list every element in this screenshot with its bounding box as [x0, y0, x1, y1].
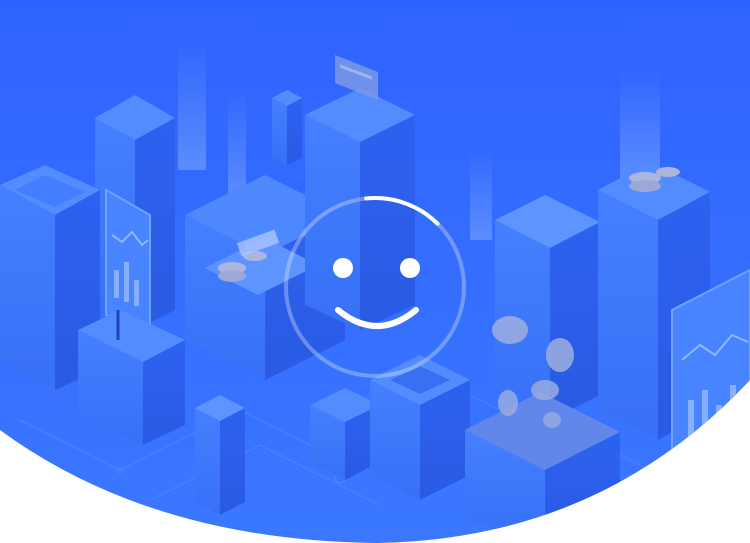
loading-screen: [0, 0, 750, 543]
haze-overlay: [0, 0, 750, 543]
hero-illustration: [0, 0, 750, 543]
